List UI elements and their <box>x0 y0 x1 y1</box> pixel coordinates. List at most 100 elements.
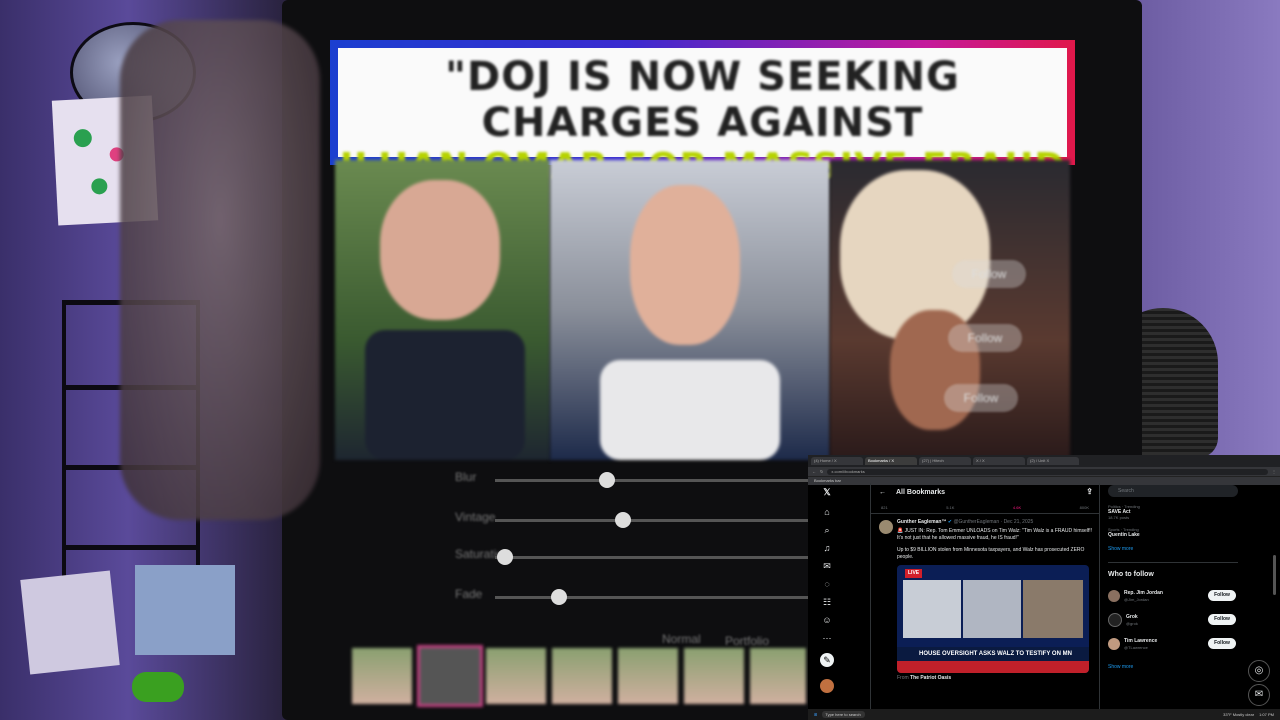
video-source: From The Patriot Oasis <box>897 675 952 681</box>
repost-count[interactable]: 5.1K <box>946 505 954 510</box>
poster-left <box>20 570 120 675</box>
menu-icon[interactable]: ⋮ <box>1272 469 1276 474</box>
url-field[interactable]: x.com/i/bookmarks <box>827 468 1268 475</box>
x-left-nav: 𝕏 ⌂ ⌕ ♫ ✉ ◌ ☷ ☺ ⋯ ✎ <box>808 483 848 720</box>
slider-fade[interactable]: Fade <box>455 587 815 607</box>
messages-float-icon[interactable]: ✉ <box>1248 684 1270 706</box>
follow-button-1[interactable]: Follow <box>952 260 1026 288</box>
follow-button[interactable]: Follow <box>1208 614 1236 625</box>
bookmarks-header: ← All Bookmarks ⇪ <box>871 483 1099 501</box>
clock: 1:07 PM <box>1259 712 1274 717</box>
post-icon[interactable]: ✎ <box>820 653 834 667</box>
live-badge: LIVE <box>905 569 923 578</box>
slider-label: Blur <box>455 470 477 484</box>
tweet-video[interactable]: LIVE HOUSE OVERSIGHT ASKS WALZ TO TESTIF… <box>897 565 1089 673</box>
filter-thumb[interactable] <box>486 648 546 704</box>
show-more-link[interactable]: Show more <box>1108 546 1238 552</box>
slider-knob[interactable] <box>496 549 513 565</box>
lower-third: HOUSE OVERSIGHT ASKS WALZ TO TESTIFY ON … <box>897 647 1089 671</box>
avatar[interactable] <box>1108 638 1120 650</box>
messages-icon[interactable]: ✉ <box>820 559 834 573</box>
x-logo-icon[interactable]: 𝕏 <box>820 485 834 499</box>
search-input[interactable]: Search <box>1108 485 1238 497</box>
slider-knob[interactable] <box>551 589 567 605</box>
reload-icon[interactable]: ↻ <box>820 469 823 474</box>
tweet-text-2: Up to $9 BILLION stolen from Minnesota t… <box>897 547 1085 560</box>
notifications-icon[interactable]: ♫ <box>820 541 834 555</box>
filter-thumb[interactable] <box>552 648 612 704</box>
profile-icon[interactable]: ☺ <box>820 613 834 627</box>
slider-vintage[interactable]: Vintage <box>455 510 815 530</box>
poster-right <box>135 565 235 655</box>
browser-tab-active[interactable]: Bookmarks / X <box>865 457 917 465</box>
reply-count[interactable]: 821 <box>881 505 888 510</box>
page-title: All Bookmarks <box>896 488 946 496</box>
slider-knob[interactable] <box>615 512 631 528</box>
home-icon[interactable]: ⌂ <box>820 505 834 519</box>
weather-status: 33°F Mostly clear <box>1223 712 1255 717</box>
tab-strip: (4) Home / X Bookmarks / X (27) | Hitech… <box>808 455 1280 467</box>
follow-button[interactable]: Follow <box>1208 638 1236 649</box>
avatar[interactable] <box>1108 613 1122 627</box>
account-avatar[interactable] <box>820 679 834 693</box>
photo-left <box>335 160 550 460</box>
tweet-author[interactable]: Gunther Eagleman™ <box>897 519 946 525</box>
browser-tab[interactable]: X / X <box>973 457 1025 465</box>
filter-thumb[interactable] <box>750 648 806 704</box>
slider-blur[interactable]: Blur <box>455 470 815 490</box>
browser-tab[interactable]: (4) Home / X <box>811 457 863 465</box>
follow-suggestion[interactable]: Grok @grok Follow <box>1108 608 1238 632</box>
filter-thumb[interactable] <box>684 648 744 704</box>
photo-center <box>550 160 830 460</box>
back-icon[interactable]: ← <box>812 469 816 474</box>
filter-label-portfolio[interactable]: Portfolio <box>725 634 769 648</box>
headline-line-1: "DOJ IS NOW SEEKING CHARGES AGAINST <box>445 54 960 146</box>
browser-tab[interactable]: (2) / Unit X <box>1027 457 1079 465</box>
grok-icon[interactable]: ◌ <box>820 577 834 591</box>
follow-suggestion[interactable]: Tim Lawrence @TLawrence Follow <box>1108 632 1238 656</box>
browser-window: (4) Home / X Bookmarks / X (27) | Hitech… <box>808 455 1280 720</box>
back-arrow-icon[interactable]: ← <box>879 489 886 496</box>
taskbar-search[interactable]: Type here to search <box>822 711 866 718</box>
slider-saturation[interactable]: Saturation <box>455 547 815 567</box>
slider-label: Vintage <box>455 510 496 524</box>
who-to-follow: Who to follow Rep. Jim Jordan @Jim_Jordan… <box>1108 562 1238 670</box>
trend-item[interactable]: Sports · Trending Quentin Lake <box>1108 527 1238 538</box>
bookmarks-column: ← All Bookmarks ⇪ 821 5.1K 4.6K 800K Gun… <box>870 483 1100 720</box>
start-icon[interactable]: ⊞ <box>814 712 817 717</box>
follow-button-2[interactable]: Follow <box>948 324 1022 352</box>
who-to-follow-title: Who to follow <box>1108 571 1154 578</box>
avatar[interactable] <box>1108 590 1120 602</box>
show-more-link[interactable]: Show more <box>1108 664 1238 670</box>
avatar[interactable] <box>879 520 893 534</box>
filter-label-normal[interactable]: Normal <box>662 632 701 646</box>
view-count[interactable]: 800K <box>1080 505 1089 510</box>
tweet[interactable]: Gunther Eagleman™ ✔ @GuntherEagleman · D… <box>871 514 1099 682</box>
filter-thumb[interactable] <box>352 648 412 704</box>
more-icon[interactable]: ⋯ <box>820 631 834 645</box>
follow-button[interactable]: Follow <box>1208 590 1236 601</box>
tweet-date[interactable]: Dec 21, 2025 <box>1004 519 1034 525</box>
headline-banner: "DOJ IS NOW SEEKING CHARGES AGAINST ILHA… <box>330 40 1075 228</box>
hand-holding-phone <box>120 20 320 520</box>
previous-tweet-actions: 821 5.1K 4.6K 800K <box>871 501 1099 514</box>
verified-icon: ✔ <box>947 519 953 525</box>
filter-thumb[interactable] <box>618 648 678 704</box>
communities-icon[interactable]: ☷ <box>820 595 834 609</box>
slider-label: Fade <box>455 587 483 601</box>
follow-suggestion[interactable]: Rep. Jim Jordan @Jim_Jordan Follow <box>1108 584 1238 608</box>
follow-button-3[interactable]: Follow <box>944 384 1018 412</box>
folder-icon[interactable]: ⇪ <box>1086 487 1093 496</box>
like-count[interactable]: 4.6K <box>1013 505 1021 510</box>
search-icon[interactable]: ⌕ <box>820 523 834 537</box>
filter-thumb-selected[interactable] <box>417 645 483 707</box>
browser-tab[interactable]: (27) | Hitech <box>919 457 971 465</box>
trend-item[interactable]: Politics · Trending SAVE Act 18.7K posts <box>1108 504 1238 520</box>
slider-knob[interactable] <box>599 472 615 488</box>
source-name[interactable]: The Patriot Oasis <box>910 675 951 681</box>
address-bar: ← ↻ x.com/i/bookmarks ⋮ <box>808 467 1280 476</box>
tweet-text-1: 🚨 JUST IN: Rep. Tom Emmer UNLOADS on Tim… <box>897 528 1093 541</box>
tweet-handle[interactable]: @GuntherEagleman <box>953 519 999 525</box>
scrollbar[interactable] <box>1273 555 1276 595</box>
grok-float-icon[interactable]: ◎ <box>1248 660 1270 682</box>
